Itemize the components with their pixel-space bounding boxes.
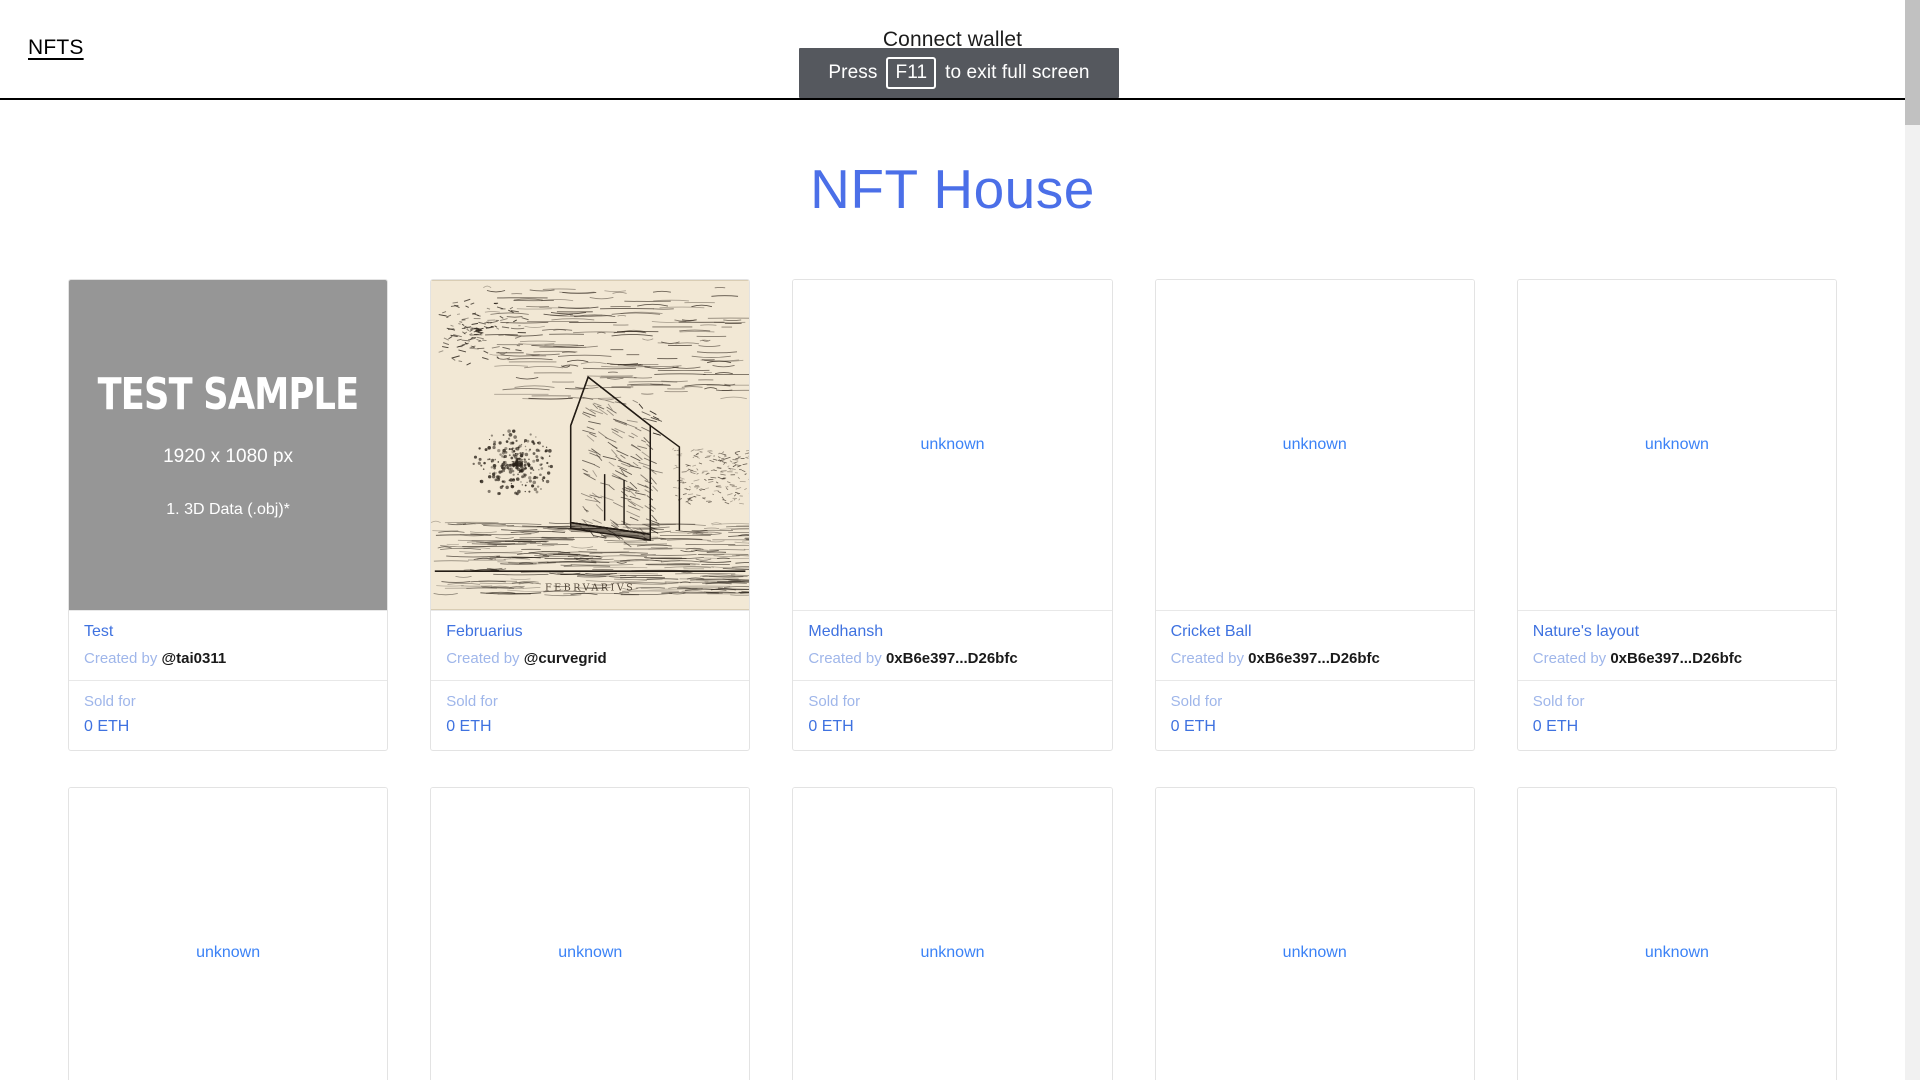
sold-for-label: Sold for bbox=[1171, 694, 1459, 709]
creator-value[interactable]: 0xB6e397...D26bfc bbox=[1610, 650, 1742, 667]
nft-card[interactable]: unknown Nature's layout Created by 0xB6e39… bbox=[1517, 279, 1837, 751]
card-title[interactable]: Cricket Ball bbox=[1171, 624, 1459, 640]
card-price: Sold for 0 ETH bbox=[793, 680, 1111, 750]
card-title[interactable]: Nature's layout bbox=[1533, 624, 1821, 640]
card-info: Nature's layout Created by 0xB6e397...D26… bbox=[1518, 610, 1836, 680]
price-value: 0 ETH bbox=[808, 719, 1096, 735]
card-price: Sold for 0 ETH bbox=[1156, 680, 1474, 750]
card-media: unknown bbox=[431, 788, 749, 1080]
creator-value[interactable]: 0xB6e397...D26bfc bbox=[886, 650, 1018, 667]
created-by-label: Created by bbox=[446, 650, 519, 667]
card-info: Cricket Ball Created by 0xB6e397...D26bfc bbox=[1156, 610, 1474, 680]
card-media: TEST SAMPLE 1920 x 1080 px 1. 3D Data (.ob… bbox=[69, 280, 387, 610]
media-unknown-label: unknown bbox=[1283, 437, 1347, 453]
card-creator: Created by 0xB6e397...D26bfc bbox=[1533, 651, 1821, 666]
sold-for-label: Sold for bbox=[446, 694, 734, 709]
card-media: unknown bbox=[69, 788, 387, 1080]
card-creator: Created by @tai0311 bbox=[84, 651, 372, 666]
card-media: unknown bbox=[793, 280, 1111, 610]
nft-card[interactable]: unknown Medhansh Created by 0xB6e397...D26… bbox=[792, 279, 1112, 751]
card-media: unknown bbox=[1518, 280, 1836, 610]
media-unknown-label: unknown bbox=[920, 437, 984, 453]
svg-text:FEBRVARIVS: FEBRVARIVS bbox=[545, 583, 635, 594]
card-title[interactable]: Februarius bbox=[446, 624, 734, 640]
main-content: NFT House TEST SAMPLE 1920 x 1080 px 1. 3D… bbox=[0, 100, 1905, 1080]
price-value: 0 ETH bbox=[446, 719, 734, 735]
page-scrollbar-track[interactable] bbox=[1905, 0, 1920, 1080]
created-by-label: Created by bbox=[1171, 650, 1244, 667]
sold-for-label: Sold for bbox=[808, 694, 1096, 709]
card-media: unknown bbox=[793, 788, 1111, 1080]
nft-card[interactable]: unknown Cricket Ball Created by 0xB6e397..… bbox=[1155, 279, 1475, 751]
price-value: 0 ETH bbox=[1171, 719, 1459, 735]
card-title[interactable]: Medhansh bbox=[808, 624, 1096, 640]
card-price: Sold for 0 ETH bbox=[69, 680, 387, 750]
sample-dimensions: 1920 x 1080 px bbox=[163, 447, 293, 466]
nft-grid: TEST SAMPLE 1920 x 1080 px 1. 3D Data (.ob… bbox=[0, 279, 1905, 1080]
card-creator: Created by @curvegrid bbox=[446, 651, 734, 666]
page-viewport: NFTS Connect wallet NFT House TEST SAMPL… bbox=[0, 0, 1905, 1080]
card-title[interactable]: Test bbox=[84, 624, 372, 640]
toast-suffix-label: to exit full screen bbox=[945, 62, 1089, 84]
sold-for-label: Sold for bbox=[84, 694, 372, 709]
fullscreen-exit-toast: Press F11 to exit full screen bbox=[799, 48, 1119, 98]
page-scrollbar-thumb[interactable] bbox=[1905, 0, 1920, 125]
toast-key-f11: F11 bbox=[886, 57, 936, 89]
nft-card[interactable]: TEST SAMPLE 1920 x 1080 px 1. 3D Data (.ob… bbox=[68, 279, 388, 751]
card-creator: Created by 0xB6e397...D26bfc bbox=[1171, 651, 1459, 666]
nft-card[interactable]: unknown bbox=[430, 787, 750, 1080]
page-title: NFT House bbox=[0, 100, 1905, 217]
card-media: unknown bbox=[1156, 788, 1474, 1080]
card-media: FEBRVARIVS bbox=[431, 280, 749, 610]
nft-card[interactable]: unknown bbox=[792, 787, 1112, 1080]
creator-value[interactable]: @curvegrid bbox=[524, 650, 607, 667]
created-by-label: Created by bbox=[1533, 650, 1606, 667]
nft-card[interactable]: unknown bbox=[68, 787, 388, 1080]
card-media: unknown bbox=[1156, 280, 1474, 610]
card-media: unknown bbox=[1518, 788, 1836, 1080]
card-price: Sold for 0 ETH bbox=[431, 680, 749, 750]
sample-headline: TEST SAMPLE bbox=[98, 373, 359, 417]
card-info: Februarius Created by @curvegrid bbox=[431, 610, 749, 680]
created-by-label: Created by bbox=[808, 650, 881, 667]
creator-value[interactable]: 0xB6e397...D26bfc bbox=[1248, 650, 1380, 667]
sample-note: 1. 3D Data (.obj)* bbox=[166, 502, 290, 518]
media-unknown-label: unknown bbox=[920, 945, 984, 961]
test-sample-artwork: TEST SAMPLE 1920 x 1080 px 1. 3D Data (.ob… bbox=[69, 280, 387, 610]
media-unknown-label: unknown bbox=[196, 945, 260, 961]
card-info: Medhansh Created by 0xB6e397...D26bfc bbox=[793, 610, 1111, 680]
card-price: Sold for 0 ETH bbox=[1518, 680, 1836, 750]
creator-value[interactable]: @tai0311 bbox=[162, 650, 227, 667]
sold-for-label: Sold for bbox=[1533, 694, 1821, 709]
media-unknown-label: unknown bbox=[1645, 945, 1709, 961]
etching-artwork: FEBRVARIVS bbox=[431, 280, 749, 610]
created-by-label: Created by bbox=[84, 650, 157, 667]
price-value: 0 ETH bbox=[1533, 719, 1821, 735]
card-info: Test Created by @tai0311 bbox=[69, 610, 387, 680]
toast-press-label: Press bbox=[828, 62, 877, 84]
card-creator: Created by 0xB6e397...D26bfc bbox=[808, 651, 1096, 666]
price-value: 0 ETH bbox=[84, 719, 372, 735]
media-unknown-label: unknown bbox=[1283, 945, 1347, 961]
media-unknown-label: unknown bbox=[558, 945, 622, 961]
connect-wallet-button[interactable]: Connect wallet bbox=[0, 29, 1905, 50]
media-unknown-label: unknown bbox=[1645, 437, 1709, 453]
nft-card[interactable]: unknown bbox=[1155, 787, 1475, 1080]
nft-card[interactable]: FEBRVARIVS Februarius Created by @curvegr… bbox=[430, 279, 750, 751]
nft-card[interactable]: unknown bbox=[1517, 787, 1837, 1080]
